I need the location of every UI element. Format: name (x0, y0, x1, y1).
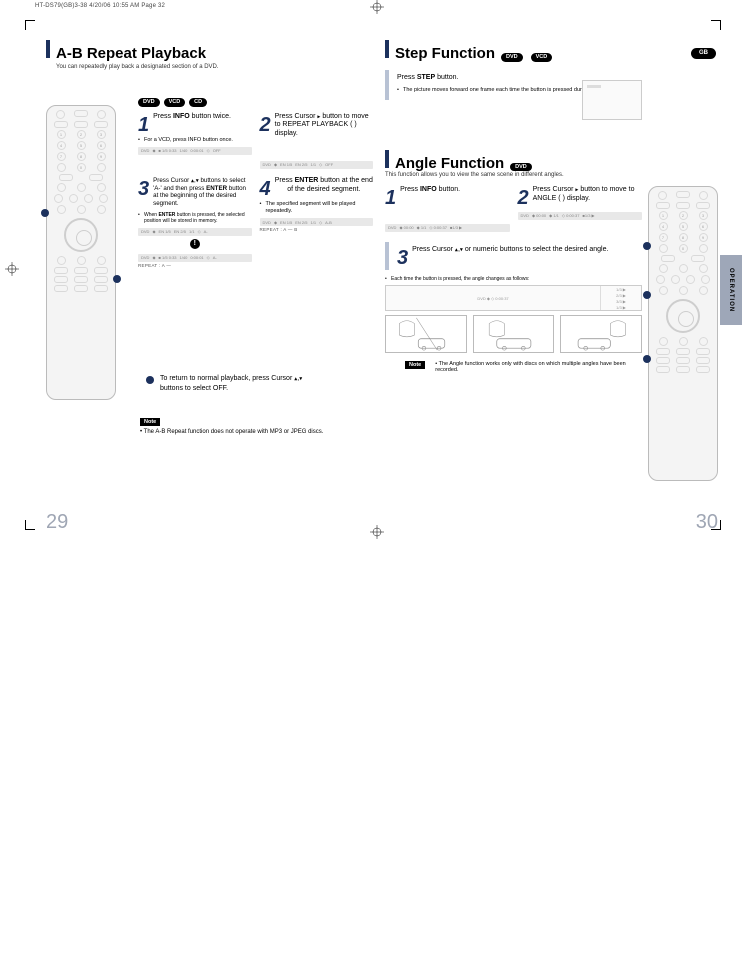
badge-gb: GB (691, 48, 716, 59)
page-title-angle-fn: Angle Function (395, 155, 504, 172)
step-3-text: Press Cursor , buttons to select 'A-' an… (153, 177, 251, 208)
title-accent (46, 40, 50, 58)
step-number-2: 2 (260, 113, 271, 139)
caution-icon: ! (190, 239, 200, 249)
angle-step-number-3: 3 (397, 246, 408, 266)
registration-mark-top (370, 0, 384, 14)
angle-thumb-1 (385, 315, 467, 353)
badge-dvd: DVD (501, 53, 523, 62)
page-title-step-fn: Step Function (395, 45, 495, 62)
angle-thumb-3 (560, 315, 642, 353)
badge-vcd: VCD (164, 98, 186, 107)
page-29: A-B Repeat Playback You can repeatedly p… (40, 40, 379, 528)
title-accent (385, 150, 389, 168)
remote-highlight-enter (113, 275, 121, 283)
angle-note-label: Note (405, 361, 425, 369)
subtitle: You can repeatedly play back a designate… (56, 64, 373, 70)
vcd-tip: For a VCD, press INFO button once. (138, 137, 252, 144)
page-number-30: 30 (696, 511, 718, 534)
page-number-29: 29 (46, 511, 68, 534)
print-header: HT-DS79(GB)3-38 4/20/06 10:55 AM Page 32 (35, 3, 165, 9)
angle-thumbnails (385, 315, 642, 353)
disc-badges: DVD VCD CD (138, 98, 373, 107)
repeat-ab-caption: REPEAT : A — B (260, 227, 374, 232)
badge-vcd: VCD (531, 53, 553, 62)
note-text: The A-B Repeat function does not operate… (144, 429, 324, 435)
angle-step-2-text: Press Cursor button to move to ANGLE ( )… (533, 186, 642, 206)
repeat-a-caption: REPEAT : A — (138, 263, 252, 268)
step-number-1: 1 (138, 113, 149, 133)
remote-illustration-angle: 123 456 789 0 (648, 186, 718, 481)
page-30: GB Step Function DVD VCD Press STEP butt… (379, 40, 718, 528)
step-1-text: Press INFO button twice. (153, 113, 231, 133)
cursor-up-icon (191, 177, 194, 184)
angle-step-number-1: 1 (385, 186, 396, 206)
badge-cd: CD (189, 98, 207, 107)
remote-illustration: 123 456 789 0 (46, 105, 116, 400)
osd-strip-1: DVD◆■ 1/5 0:331/400:00:01◇OFF (138, 147, 252, 155)
remote-highlight-info (643, 291, 651, 299)
remote-highlight-numeric (643, 242, 651, 250)
angle-each-time: Each time the button is pressed, the ang… (385, 276, 642, 283)
spec-tip: The specified segment will be played rep… (260, 201, 374, 215)
note-block: Note • The A-B Repeat function does not … (140, 418, 323, 435)
osd-strip-2: DVD◆EN 1/5EN 2/51/1◇OFF (260, 161, 374, 169)
angle-sequence-diagram: DVD ◆ ◇ 0:00:37 1/3 ▶ 2/3 ▶ 3/3 ▶ 1/3 ▶ (385, 285, 642, 311)
angle-step-1-text: Press INFO button. (400, 186, 460, 206)
angle-osd-1: DVD◆ 00:00◆ 1/1◇ 0:00:37■1/3 ▶ (385, 224, 510, 232)
side-tab-operation: OPERATION (720, 255, 742, 325)
page-title-ab-repeat: A-B Repeat Playback (56, 45, 206, 62)
angle-osd-2: DVD◆ 00:00◆ 1/1◇ 0:00:37■1/3 ▶ (518, 212, 643, 220)
remote-highlight-cursor (643, 355, 651, 363)
return-bullet-icon (146, 376, 154, 384)
step-number-3: 3 (138, 177, 149, 208)
step-2-text: Press Cursor button to move to REPEAT PL… (275, 113, 373, 139)
angle-step-number-2: 2 (518, 186, 529, 206)
osd-strip-3b: DVD◆■ 1/5 0:331/400:00:01◇A- (138, 254, 252, 262)
angle-thumb-2 (473, 315, 555, 353)
step-4-text: Press ENTER button at the end of the des… (275, 177, 373, 197)
osd-strip-4: DVD◆EN 1/5EN 2/51/1◇A-B (260, 218, 374, 226)
osd-strip-3a: DVD◆EN 1/5EN 2/51/1◇A- (138, 228, 252, 236)
badge-dvd: DVD (138, 98, 160, 107)
angle-step-3-text: Press Cursor , or numeric buttons to sel… (412, 246, 608, 266)
tv-preview-icon (582, 80, 642, 120)
angle-note-text: • The Angle function works only with dis… (435, 361, 642, 373)
crop-mark (25, 20, 35, 30)
return-text: To return to normal playback, press Curs… (160, 374, 302, 394)
remote-highlight-info (41, 209, 49, 217)
note-label: Note (140, 418, 160, 426)
crop-mark (25, 520, 35, 530)
badge-dvd: DVD (510, 163, 532, 172)
crop-mark (711, 20, 721, 30)
registration-mark-left (5, 262, 19, 276)
angle-subtitle: This function allows you to view the sam… (385, 172, 712, 178)
enter-tip: When ENTER button is pressed, the select… (138, 212, 252, 225)
step-number-4: 4 (260, 177, 271, 197)
title-accent (385, 40, 389, 58)
